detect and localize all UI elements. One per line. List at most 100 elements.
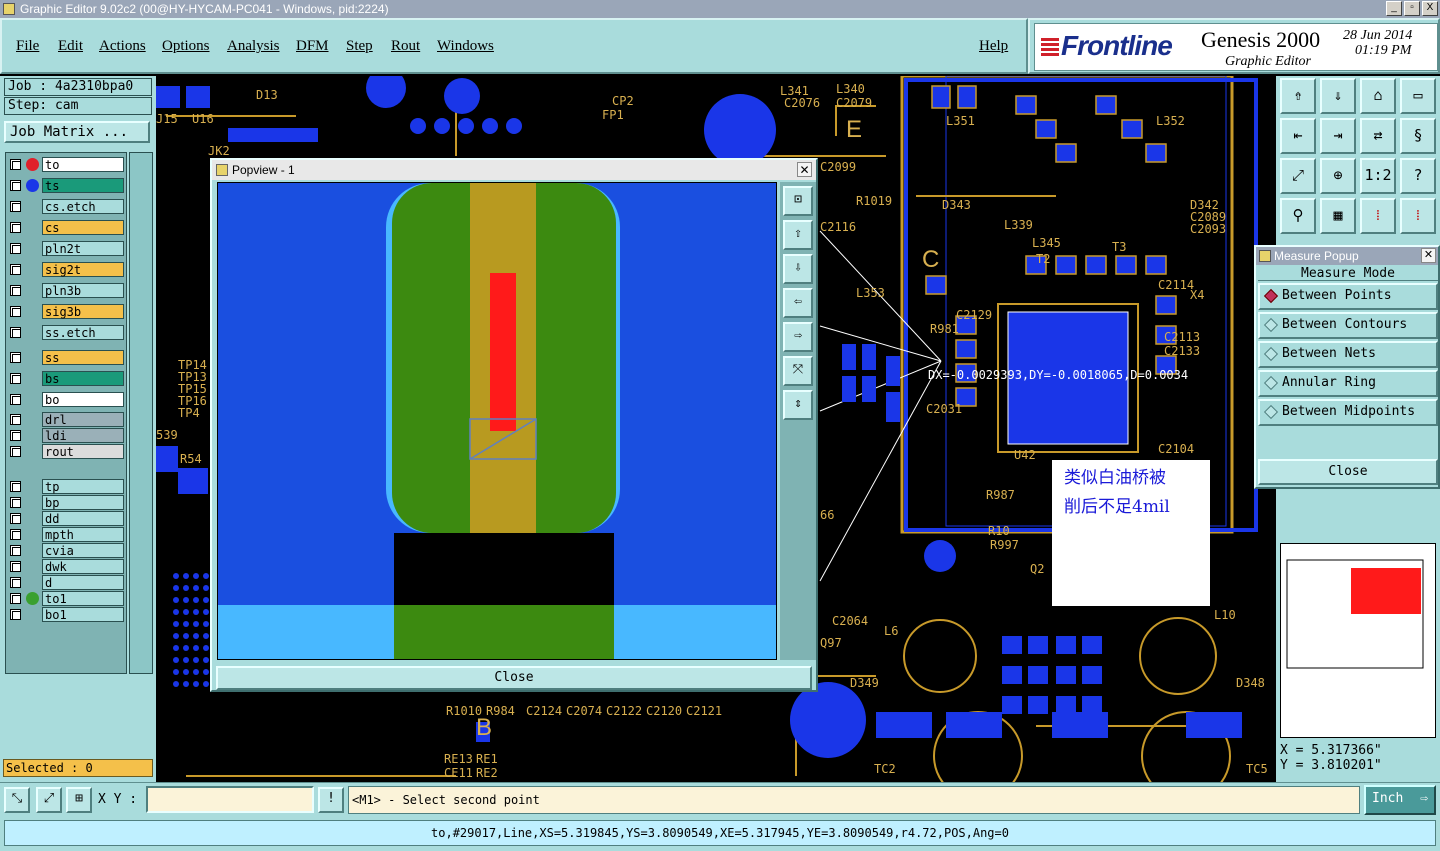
layer-name[interactable]: tp	[42, 479, 124, 494]
layer-checkbox[interactable]	[10, 394, 21, 405]
measure-tool-icon[interactable]: ⚲	[1280, 198, 1316, 234]
layer-row[interactable]: drl	[8, 412, 126, 427]
popview-pan-up-icon[interactable]: ⇧	[783, 220, 813, 250]
layer-name[interactable]: ldi	[42, 428, 124, 443]
popview-pan-left-icon[interactable]: ⇦	[783, 288, 813, 318]
mirror-icon[interactable]: ⇄	[1360, 118, 1396, 154]
layer-checkbox[interactable]	[10, 529, 21, 540]
graphic-bottom-icon[interactable]: ⇓	[1320, 78, 1356, 114]
measure-between-nets[interactable]: Between Nets	[1258, 341, 1438, 368]
layer-checkbox[interactable]	[10, 285, 21, 296]
layer-name[interactable]: sig3b	[42, 304, 124, 319]
menu-rout[interactable]: Rout	[391, 38, 420, 55]
popview-zoom-out-icon[interactable]: ⤧	[783, 356, 813, 386]
zoom-area-icon[interactable]: ⤢	[36, 787, 62, 813]
layer-row[interactable]: rout	[8, 444, 126, 459]
layer-checkbox[interactable]	[10, 561, 21, 572]
layer-checkbox[interactable]	[10, 306, 21, 317]
home-icon[interactable]: ⌂	[1360, 78, 1396, 114]
layer-row[interactable]: tp	[8, 479, 126, 494]
layer-checkbox[interactable]	[10, 497, 21, 508]
menu-edit[interactable]: Edit	[58, 38, 83, 55]
layer-checkbox[interactable]	[10, 513, 21, 524]
layer-checkbox[interactable]	[10, 327, 21, 338]
layer-name[interactable]: dd	[42, 511, 124, 526]
layer-name[interactable]: to1	[42, 591, 124, 606]
grid-snap-icon[interactable]: ⊞	[66, 787, 92, 813]
layer-name[interactable]: bp	[42, 495, 124, 510]
layer-name[interactable]: pln2t	[42, 241, 124, 256]
layer-row[interactable]: to1	[8, 591, 126, 606]
graphic-top-icon[interactable]: ⇮	[1280, 78, 1316, 114]
layer-row[interactable]: sig3b	[8, 304, 126, 319]
zoom-out-icon[interactable]: ⤢	[1280, 158, 1316, 194]
select-mode-icon[interactable]: ⤡	[4, 787, 30, 813]
units-selector[interactable]: Inch ⇨	[1364, 785, 1436, 815]
layer-name[interactable]: cvia	[42, 543, 124, 558]
popview-zoom-in-icon[interactable]: ⇕	[783, 390, 813, 420]
layer-checkbox[interactable]	[10, 609, 21, 620]
layer-name[interactable]: dwk	[42, 559, 124, 574]
layer-name[interactable]: d	[42, 575, 124, 590]
popview-pan-down-icon[interactable]: ⇩	[783, 254, 813, 284]
close-window-button[interactable]: X	[1422, 1, 1438, 16]
graphic-left-icon[interactable]: ⇤	[1280, 118, 1316, 154]
measure-close-button[interactable]: Close	[1258, 459, 1438, 485]
layer-row[interactable]: cs.etch	[8, 199, 126, 214]
layer-row[interactable]: dd	[8, 511, 126, 526]
job-matrix-button[interactable]: Job Matrix ...	[4, 121, 150, 143]
layer-name[interactable]: sig2t	[42, 262, 124, 277]
window-icon[interactable]: ▭	[1400, 78, 1436, 114]
zoom-one-to-two-icon[interactable]: 1:2	[1360, 158, 1396, 194]
help-query-icon[interactable]: ?	[1400, 158, 1436, 194]
maximize-button[interactable]: ▫	[1404, 1, 1420, 16]
popview-pan-right-icon[interactable]: ⇨	[783, 322, 813, 352]
layer-row[interactable]: ss	[8, 350, 126, 365]
layer-row[interactable]: ss.etch	[8, 325, 126, 340]
layer-row[interactable]: bs	[8, 371, 126, 386]
layer-checkbox[interactable]	[10, 373, 21, 384]
layer-row[interactable]: pln2t	[8, 241, 126, 256]
layer-row[interactable]: cvia	[8, 543, 126, 558]
layer-row[interactable]: ts	[8, 178, 126, 193]
menu-dfm[interactable]: DFM	[296, 38, 329, 55]
layer-checkbox[interactable]	[10, 352, 21, 363]
layer-checkbox[interactable]	[10, 430, 21, 441]
popview-close-icon[interactable]: ✕	[797, 162, 812, 177]
layer-name[interactable]: cs	[42, 220, 124, 235]
measure-between-midpoints[interactable]: Between Midpoints	[1258, 399, 1438, 426]
layer-checkbox[interactable]	[10, 264, 21, 275]
layer-name[interactable]: drl	[42, 412, 124, 427]
menu-help[interactable]: Help	[979, 38, 1008, 55]
layer-row[interactable]: pln3b	[8, 283, 126, 298]
menu-file[interactable]: File	[16, 38, 39, 55]
layer-name[interactable]: rout	[42, 444, 124, 459]
menu-actions[interactable]: Actions	[99, 38, 146, 55]
menu-windows[interactable]: Windows	[437, 38, 494, 55]
menu-step[interactable]: Step	[346, 38, 373, 55]
layer-checkbox[interactable]	[10, 446, 21, 457]
layer-checkbox[interactable]	[10, 180, 21, 191]
layer-name[interactable]: bo	[42, 392, 124, 407]
layer-name[interactable]: mpth	[42, 527, 124, 542]
layer-checkbox[interactable]	[10, 593, 21, 604]
layer-row[interactable]: bp	[8, 495, 126, 510]
layer-checkbox[interactable]	[10, 201, 21, 212]
layer-name[interactable]: bs	[42, 371, 124, 386]
layer-name[interactable]: ss.etch	[42, 325, 124, 340]
layer-name[interactable]: cs.etch	[42, 199, 124, 214]
measure-between-contours[interactable]: Between Contours	[1258, 312, 1438, 339]
layer-row[interactable]: mpth	[8, 527, 126, 542]
layer-checkbox[interactable]	[10, 159, 21, 170]
layer-checkbox[interactable]	[10, 577, 21, 588]
layer-row[interactable]: d	[8, 575, 126, 590]
grid-icon[interactable]: ▦	[1320, 198, 1356, 234]
layer-name[interactable]: bo1	[42, 607, 124, 622]
measure-annular-ring[interactable]: Annular Ring	[1258, 370, 1438, 397]
popview-graphic[interactable]	[217, 182, 777, 660]
layer-row[interactable]: bo	[8, 392, 126, 407]
zoom-in-icon[interactable]: ⊕	[1320, 158, 1356, 194]
layer-name[interactable]: ss	[42, 350, 124, 365]
layer-row[interactable]: sig2t	[8, 262, 126, 277]
menu-analysis[interactable]: Analysis	[227, 38, 280, 55]
